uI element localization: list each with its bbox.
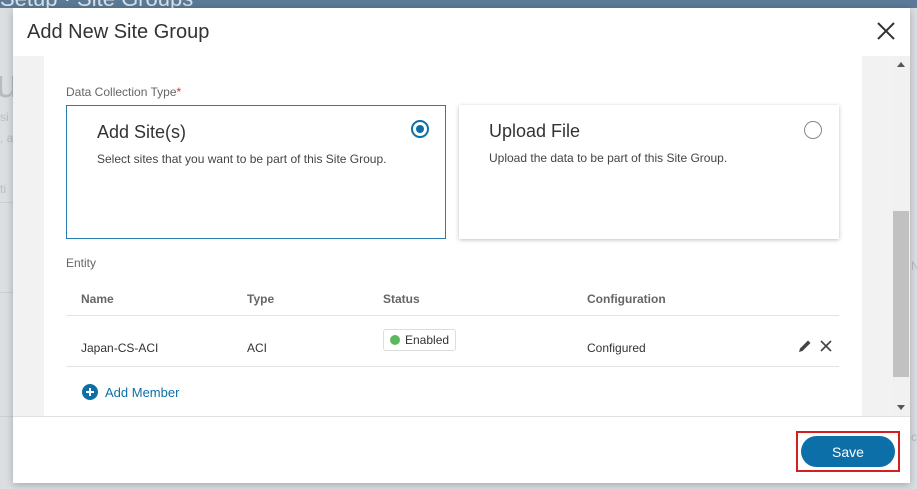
modal-title: Add New Site Group bbox=[27, 21, 210, 43]
option-card-upload-file[interactable]: Upload File Upload the data to be part o… bbox=[459, 105, 839, 239]
background-divider bbox=[0, 416, 13, 417]
option-title: Upload File bbox=[489, 121, 581, 141]
background-text-fragment: N bbox=[911, 259, 917, 273]
background-text-fragment: , a bbox=[0, 131, 14, 145]
close-icon bbox=[877, 22, 895, 40]
radio-add-sites[interactable] bbox=[411, 120, 429, 138]
data-collection-type-label: Data Collection Type* bbox=[66, 85, 182, 99]
scroll-thumb[interactable] bbox=[893, 211, 909, 377]
cell-type: ACI bbox=[247, 341, 268, 355]
edit-row-button[interactable] bbox=[797, 338, 813, 354]
background-text-fragment: c bbox=[911, 430, 917, 444]
add-member-label: Add Member bbox=[105, 384, 180, 400]
header-divider bbox=[66, 315, 839, 316]
remove-row-button[interactable] bbox=[818, 338, 834, 354]
status-text: Enabled bbox=[405, 333, 450, 347]
save-button-highlight: Save bbox=[796, 431, 900, 472]
option-description: Select sites that you want to be part of… bbox=[97, 152, 387, 166]
radio-upload-file[interactable] bbox=[804, 121, 822, 139]
background-divider bbox=[0, 202, 13, 203]
row-divider bbox=[66, 366, 839, 367]
close-button[interactable] bbox=[875, 20, 897, 42]
option-card-add-sites[interactable]: Add Site(s) Select sites that you want t… bbox=[66, 105, 446, 239]
option-description: Upload the data to be part of this Site … bbox=[489, 151, 728, 165]
add-site-group-modal: Add New Site Group Data Collection Type*… bbox=[13, 8, 910, 483]
required-mark: * bbox=[176, 85, 182, 99]
column-header-name: Name bbox=[81, 292, 114, 306]
add-member-button[interactable]: Add Member bbox=[82, 384, 179, 400]
background-text-fragment: si bbox=[0, 110, 9, 124]
pencil-icon bbox=[799, 340, 811, 352]
entity-label: Entity bbox=[66, 256, 97, 270]
footer-divider bbox=[13, 416, 910, 417]
background-text-fragment: ti bbox=[0, 182, 6, 196]
modal-content: Data Collection Type* Add Site(s) Select… bbox=[44, 56, 862, 416]
plus-circle-icon bbox=[82, 384, 98, 400]
modal-body: Data Collection Type* Add Site(s) Select… bbox=[13, 56, 892, 416]
column-header-type: Type bbox=[247, 292, 275, 306]
modal-scrollbar[interactable] bbox=[892, 56, 910, 416]
scroll-up-arrow-icon[interactable] bbox=[897, 62, 905, 67]
status-badge: Enabled bbox=[383, 329, 457, 351]
background-divider bbox=[0, 292, 13, 293]
option-title: Add Site(s) bbox=[97, 122, 187, 142]
status-dot-icon bbox=[390, 335, 400, 345]
scroll-down-arrow-icon[interactable] bbox=[897, 405, 905, 410]
cell-configuration: Configured bbox=[587, 341, 646, 355]
cell-name: Japan-CS-ACI bbox=[81, 341, 159, 355]
column-header-configuration: Configuration bbox=[587, 292, 666, 306]
column-header-status: Status bbox=[383, 292, 420, 306]
delete-x-icon bbox=[820, 340, 832, 352]
save-button[interactable]: Save bbox=[801, 436, 895, 467]
